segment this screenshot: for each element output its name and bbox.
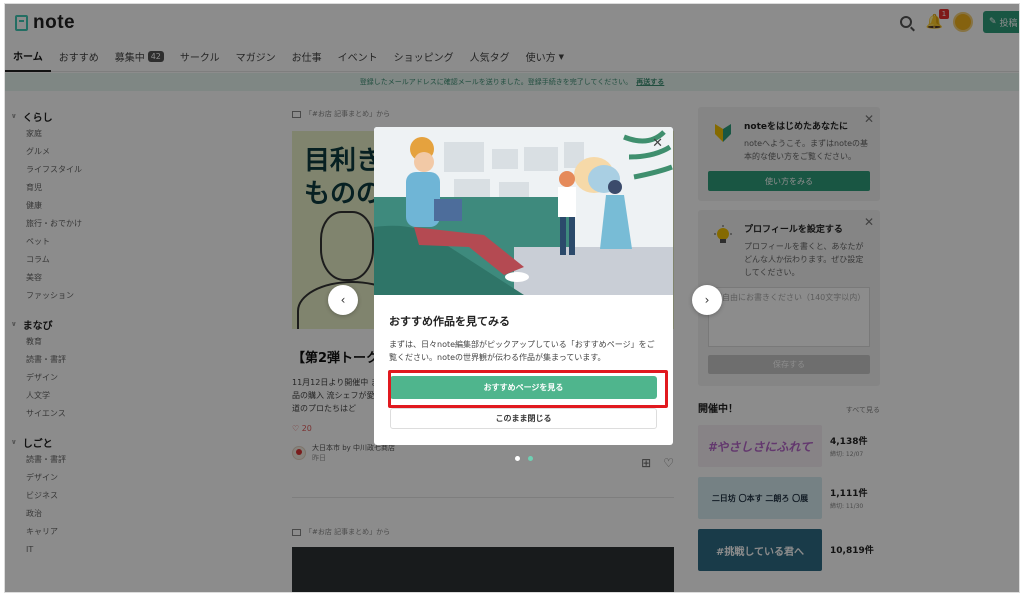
close-as-is-button[interactable]: このまま閉じる — [390, 408, 657, 429]
modal-illustration — [374, 127, 673, 295]
carousel-next-button[interactable]: › — [692, 285, 722, 315]
modal-title: おすすめ作品を見てみる — [389, 315, 510, 328]
close-icon[interactable]: ✕ — [652, 136, 663, 151]
carousel-dots — [515, 456, 533, 461]
modal-description: まずは、日々note編集部がピックアップしている「おすすめページ」をご覧ください… — [389, 340, 655, 362]
carousel-prev-button[interactable]: ‹ — [328, 285, 358, 315]
carousel-dot-active[interactable] — [528, 456, 533, 461]
chevron-left-icon: ‹ — [340, 293, 346, 307]
browser-viewport: note 🔔 1 ✎ 投稿 ホーム おすすめ 募集中 42 サークル マガジン お仕事… — [4, 3, 1020, 593]
carousel-dot[interactable] — [515, 456, 520, 461]
chevron-right-icon: › — [704, 293, 710, 307]
highlight-annotation — [388, 370, 668, 408]
